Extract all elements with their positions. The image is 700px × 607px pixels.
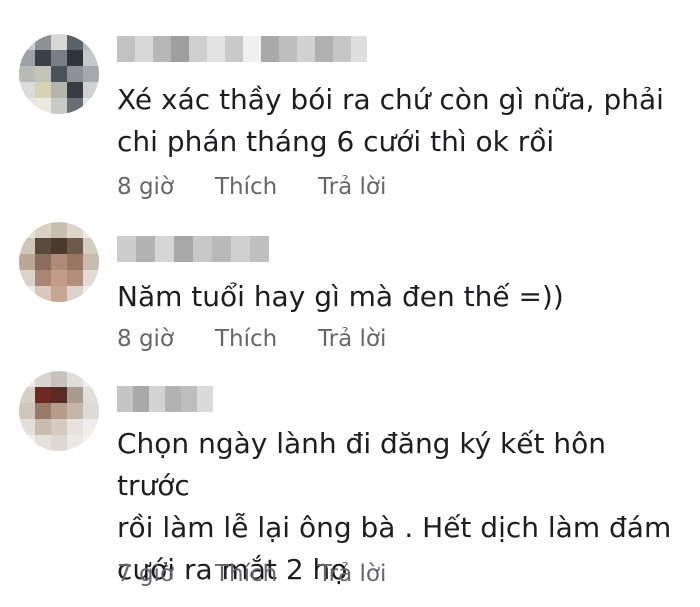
like-button[interactable]: Thích <box>215 172 318 202</box>
like-button[interactable]: Thích <box>215 324 318 354</box>
comment-actions: 8 giờ Thích Trả lời <box>117 324 386 354</box>
blurred-author-name[interactable] <box>117 36 367 62</box>
like-button[interactable]: Thích <box>215 559 318 589</box>
reply-button[interactable]: Trả lời <box>318 559 386 589</box>
comment-time[interactable]: 8 giờ <box>117 172 215 202</box>
avatar[interactable] <box>19 222 99 302</box>
blurred-author-name[interactable] <box>117 236 269 262</box>
comment-actions: 7 giờ Thích Trả lời <box>117 559 386 589</box>
avatar[interactable] <box>19 34 99 114</box>
blurred-author-name[interactable] <box>117 386 213 412</box>
comment-text: Năm tuổi hay gì mà đen thế =)) <box>117 280 564 313</box>
comment-time[interactable]: 8 giờ <box>117 324 215 354</box>
reply-button[interactable]: Trả lời <box>318 324 386 354</box>
comment-time[interactable]: 7 giờ <box>117 559 215 589</box>
comment-text: Xé xác thầy bói ra chứ còn gì nữa, phải … <box>117 83 664 158</box>
comment-actions: 8 giờ Thích Trả lời <box>117 172 386 202</box>
avatar[interactable] <box>19 371 99 451</box>
reply-button[interactable]: Trả lời <box>318 172 386 202</box>
